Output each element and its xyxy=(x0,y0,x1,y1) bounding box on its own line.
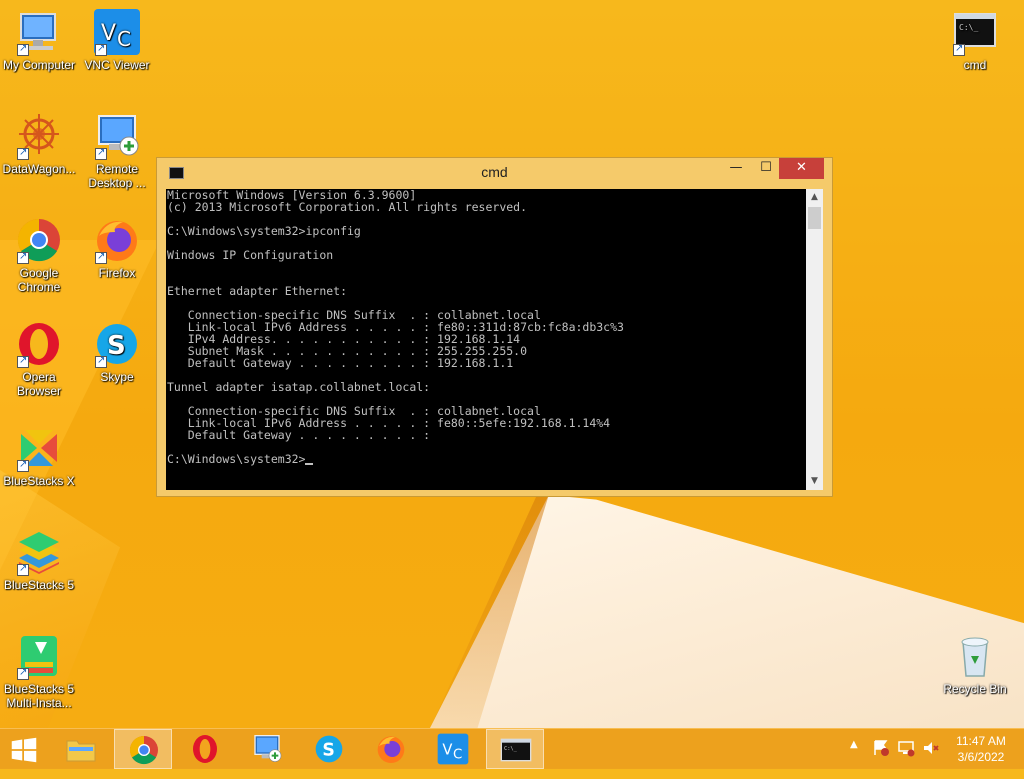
text-cursor xyxy=(305,463,314,465)
desktop-icon-bluestacks-5-multi-instance[interactable]: BlueStacks 5 Multi-Insta... xyxy=(0,632,78,710)
desktop-icon-label: My Computer xyxy=(2,58,76,72)
show-hidden-icons-button[interactable]: ▲ xyxy=(850,739,860,779)
volume-icon[interactable] xyxy=(922,739,940,779)
svg-text:C: C xyxy=(117,27,131,51)
chrome-icon xyxy=(129,735,158,765)
firefox-icon xyxy=(93,216,141,264)
taskbar-skype[interactable]: S xyxy=(300,729,358,769)
desktop-icon-label: Google Chrome xyxy=(17,266,61,294)
desktop-icon-remote-desktop[interactable]: Remote Desktop ... xyxy=(78,112,156,190)
svg-text:C:\_: C:\_ xyxy=(959,23,978,32)
taskbar-file-explorer[interactable] xyxy=(52,729,110,769)
cmd-icon: C:\_ xyxy=(951,8,999,56)
desktop-icon-label: Opera Browser xyxy=(16,370,61,398)
desktop-icon-firefox[interactable]: Firefox xyxy=(78,216,156,280)
desktop-icon-label: BlueStacks 5 xyxy=(3,578,75,592)
maximize-button[interactable]: ☐ xyxy=(753,158,779,179)
close-button[interactable]: ✕ xyxy=(779,158,824,179)
recycle-bin-icon xyxy=(951,632,999,680)
taskbar-opera[interactable] xyxy=(176,729,234,769)
taskbar: S V C C:\_ ▲ 11:47 AM 3/6/2022 xyxy=(0,728,1024,769)
desktop-icon-label: BlueStacks X xyxy=(3,474,75,488)
scroll-down-icon[interactable]: ▼ xyxy=(806,473,823,490)
vertical-scrollbar[interactable]: ▲ ▼ xyxy=(806,189,823,490)
desktop-icon-my-computer[interactable]: My Computer xyxy=(0,8,78,72)
datawagon-icon xyxy=(15,112,63,160)
remote-desktop-icon xyxy=(93,112,141,160)
network-icon[interactable] xyxy=(897,739,915,779)
svg-text:S: S xyxy=(322,741,334,761)
action-center-icon[interactable] xyxy=(872,739,890,779)
desktop-icon-bluestacks-x[interactable]: BlueStacks X xyxy=(0,424,78,488)
desktop-icon-cmd[interactable]: C:\_ cmd xyxy=(936,8,1014,72)
title-bar[interactable]: cmd — ☐ ✕ xyxy=(157,158,832,188)
taskbar-firefox[interactable] xyxy=(362,729,420,769)
taskbar-cmd[interactable]: C:\_ xyxy=(486,729,544,769)
desktop-icon-vnc-viewer[interactable]: V C VNC Viewer xyxy=(78,8,156,72)
cmd-icon: C:\_ xyxy=(500,738,532,762)
folder-icon xyxy=(66,740,96,762)
desktop-icon-label: BlueStacks 5 Multi-Insta... xyxy=(3,682,75,710)
skype-icon: S xyxy=(315,735,343,763)
desktop-icon-opera-browser[interactable]: Opera Browser xyxy=(0,320,78,398)
desktop-icon-label: Recycle Bin xyxy=(943,682,1007,696)
chrome-icon xyxy=(15,216,63,264)
desktop-icon-skype[interactable]: S Skype xyxy=(78,320,156,384)
svg-text:S: S xyxy=(107,331,126,361)
computer-icon xyxy=(15,8,63,56)
wallpaper-shape xyxy=(430,495,1024,728)
desktop-icon-google-chrome[interactable]: Google Chrome xyxy=(0,216,78,294)
taskbar-clock[interactable]: 11:47 AM 3/6/2022 xyxy=(948,733,1014,765)
desktop-icon-datawagon[interactable]: DataWagon... xyxy=(0,112,78,176)
svg-text:C: C xyxy=(453,747,462,762)
windows-logo-icon xyxy=(11,737,37,763)
desktop-icon-label: Skype xyxy=(100,370,134,384)
desktop-icon-label: Firefox xyxy=(98,266,136,280)
bluestacks-5-icon xyxy=(15,528,63,576)
vnc-viewer-icon: V C xyxy=(93,8,141,56)
taskbar-vnc-viewer[interactable]: V C xyxy=(424,729,482,769)
svg-text:C:\_: C:\_ xyxy=(504,746,518,752)
svg-text:V: V xyxy=(442,741,452,758)
desktop-icon-recycle-bin[interactable]: Recycle Bin xyxy=(936,632,1014,696)
vnc-viewer-icon: V C xyxy=(437,733,469,765)
desktop-icon-bluestacks-5[interactable]: BlueStacks 5 xyxy=(0,528,78,592)
scrollbar-thumb[interactable] xyxy=(808,207,821,229)
console-output[interactable]: Microsoft Windows [Version 6.3.9600] (c)… xyxy=(166,189,806,490)
taskbar-remote-desktop[interactable] xyxy=(238,729,296,769)
skype-icon: S xyxy=(93,320,141,368)
taskbar-chrome[interactable] xyxy=(114,729,172,769)
cmd-window[interactable]: cmd — ☐ ✕ Microsoft Windows [Version 6.3… xyxy=(156,157,833,497)
minimize-button[interactable]: — xyxy=(723,158,749,179)
desktop-icon-label: Remote Desktop ... xyxy=(88,162,146,190)
opera-icon xyxy=(15,320,63,368)
clock-time: 11:47 AM xyxy=(956,734,1006,748)
console-text: Microsoft Windows [Version 6.3.9600] (c)… xyxy=(167,189,624,466)
desktop-icon-label: cmd xyxy=(963,58,987,72)
firefox-icon xyxy=(377,736,405,763)
remote-desktop-icon xyxy=(254,735,282,762)
clock-date: 3/6/2022 xyxy=(957,750,1005,764)
desktop-icon-label: DataWagon... xyxy=(2,162,76,176)
start-button[interactable] xyxy=(0,729,50,769)
desktop-icon-label: VNC Viewer xyxy=(84,58,150,72)
scroll-up-icon[interactable]: ▲ xyxy=(806,189,823,206)
bluestacks-multi-instance-icon xyxy=(15,632,63,680)
opera-icon xyxy=(193,735,217,763)
bluestacks-x-icon xyxy=(15,424,63,472)
